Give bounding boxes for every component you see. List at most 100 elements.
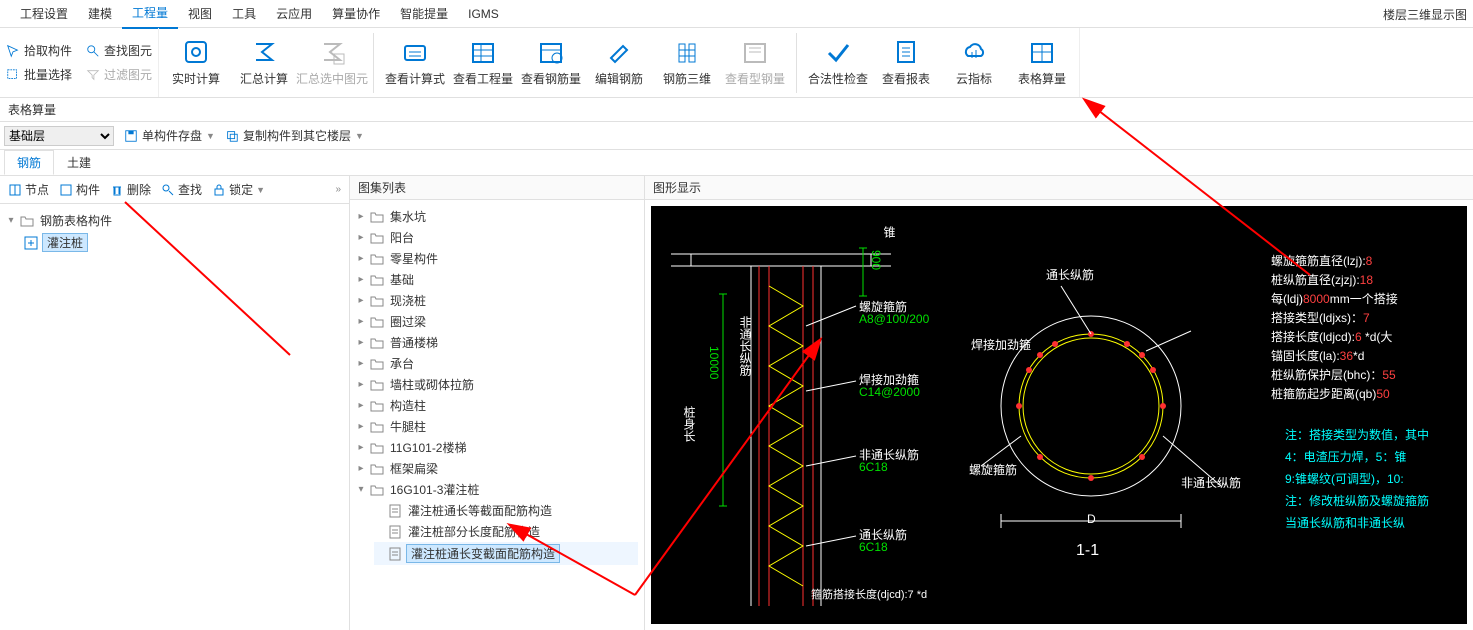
- menu-item-tools[interactable]: 工具: [222, 0, 266, 28]
- atlas-item[interactable]: ▸墙柱或砌体拉筋: [356, 374, 638, 395]
- menu-item-quantity[interactable]: 工程量: [122, 0, 178, 29]
- atlas-item[interactable]: ▸牛腿柱: [356, 416, 638, 437]
- param-row: 螺旋箍筋直径(lzj):8: [1271, 252, 1398, 271]
- pick-element-button[interactable]: 拾取构件: [6, 42, 72, 60]
- folder-icon: [370, 378, 384, 392]
- component-button[interactable]: 构件: [59, 181, 100, 198]
- tree-root[interactable]: ▾ 钢筋表格构件: [6, 210, 343, 231]
- atlas-item[interactable]: ▸普通楼梯: [356, 332, 638, 353]
- atlas-child-item[interactable]: 灌注桩部分长度配筋构造: [374, 521, 638, 542]
- tabs: 钢筋 土建: [0, 150, 1473, 176]
- atlas-item[interactable]: ▸构造柱: [356, 395, 638, 416]
- cloud-icon: [960, 38, 988, 66]
- caret-icon: ▸: [356, 463, 366, 474]
- node-button[interactable]: 节点: [8, 181, 49, 198]
- atlas-title-label: 图集列表: [358, 179, 406, 196]
- param-row: 搭接类型(ldjxs)：7: [1271, 309, 1398, 328]
- menu-item-igms[interactable]: IGMS: [458, 0, 509, 28]
- stirrup-overlap: 箍筋搭接长度(djcd):7 *d: [811, 586, 927, 602]
- atlas-item[interactable]: ▾16G101-3灌注桩: [356, 479, 638, 500]
- delete-button[interactable]: 删除: [110, 181, 151, 198]
- atlas-item[interactable]: ▸承台: [356, 353, 638, 374]
- rebar-qty-button[interactable]: 查看钢筋量: [520, 38, 582, 87]
- filter-element-button[interactable]: 过滤图元: [86, 66, 152, 84]
- caret-icon: ▾: [356, 484, 366, 495]
- atlas-child-item[interactable]: 灌注桩通长变截面配筋构造: [374, 542, 638, 565]
- component-tree: ▾ 钢筋表格构件 灌注桩: [0, 204, 349, 630]
- dropdown-caret-icon: ▼: [206, 131, 215, 141]
- realtime-button[interactable]: 实时计算: [165, 38, 227, 87]
- caret-icon: ▾: [6, 215, 16, 226]
- menu-item-view[interactable]: 视图: [178, 0, 222, 28]
- component-icon: [59, 183, 73, 197]
- caret-icon: ▸: [356, 421, 366, 432]
- atlas-child-item[interactable]: 灌注桩通长等截面配筋构造: [374, 500, 638, 521]
- atlas-item[interactable]: ▸11G101-2楼梯: [356, 437, 638, 458]
- report-icon: [892, 38, 920, 66]
- save-component-button[interactable]: 单构件存盘 ▼: [124, 127, 215, 144]
- dropdown-caret-icon: ▼: [355, 131, 364, 141]
- caret-icon: ▸: [356, 232, 366, 243]
- realtime-icon: [182, 38, 210, 66]
- atlas-item-label: 阳台: [388, 229, 416, 246]
- ribbon-label: 汇总计算: [240, 70, 288, 87]
- sec-nonthrough: 非通长纵筋: [1181, 474, 1241, 491]
- filter-icon: [86, 68, 100, 82]
- search-button[interactable]: 查找: [161, 181, 202, 198]
- menu-item-model[interactable]: 建模: [78, 0, 122, 28]
- file-icon: [388, 525, 402, 539]
- find-label: 查找图元: [104, 42, 152, 60]
- rebar-edit-icon: [605, 38, 633, 66]
- qty-button[interactable]: 查看工程量: [452, 38, 514, 87]
- param-block: 螺旋箍筋直径(lzj):8桩纵筋直径(zjzj):18每(ldj)8000mm一…: [1271, 252, 1398, 404]
- component-panel: 节点 构件 删除 查找 锁定▼ » ▾ 钢筋表格构件 灌注桩: [0, 176, 350, 630]
- atlas-item[interactable]: ▸框架扁梁: [356, 458, 638, 479]
- lock-button[interactable]: 锁定▼: [212, 181, 265, 198]
- menu-item-settings[interactable]: 工程设置: [10, 0, 78, 28]
- graphic-title: 图形显示: [645, 176, 1473, 200]
- note-line: 9:锥螺纹(可调型)，10:: [1285, 468, 1429, 490]
- copy-icon: [225, 129, 239, 143]
- search-icon: [86, 44, 100, 58]
- param-row: 桩纵筋直径(zjzj):18: [1271, 271, 1398, 290]
- report-button[interactable]: 查看报表: [875, 38, 937, 87]
- atlas-item-label: 11G101-2楼梯: [388, 439, 468, 456]
- batch-select-button[interactable]: 批量选择: [6, 66, 72, 84]
- menu-item-ai[interactable]: 智能提量: [390, 0, 458, 28]
- floor-select[interactable]: 基础层: [4, 126, 114, 146]
- tab-civil[interactable]: 土建: [54, 150, 104, 175]
- table-button[interactable]: 表格算量: [1011, 38, 1073, 87]
- find-element-button[interactable]: 查找图元: [86, 42, 152, 60]
- tab-rebar[interactable]: 钢筋: [4, 150, 54, 175]
- dim-10000: 10000: [707, 346, 721, 379]
- note-line: 当通长纵筋和非通长纵: [1285, 512, 1429, 534]
- formula-button[interactable]: 查看计算式: [384, 38, 446, 87]
- sec-D: D: [1087, 512, 1096, 526]
- check-button[interactable]: 合法性检查: [807, 38, 869, 87]
- folder-icon: [370, 441, 384, 455]
- sum-sel-button: 汇总选中图元: [301, 38, 363, 87]
- folder-icon: [370, 294, 384, 308]
- atlas-item[interactable]: ▸零星构件: [356, 248, 638, 269]
- menu-item-collab[interactable]: 算量协作: [322, 0, 390, 28]
- cloud-button[interactable]: 云指标: [943, 38, 1005, 87]
- atlas-item[interactable]: ▸圈过梁: [356, 311, 638, 332]
- rebar-edit-button[interactable]: 编辑钢筋: [588, 38, 650, 87]
- tree-item-pile[interactable]: 灌注桩: [24, 231, 343, 254]
- rebar3d-button[interactable]: 钢筋三维: [656, 38, 718, 87]
- expand-icon[interactable]: »: [335, 184, 341, 195]
- graphic-viewport[interactable]: 螺旋箍筋 A8@100/200 焊接加劲箍 C14@2000 非通长纵筋 6C1…: [651, 206, 1467, 624]
- atlas-item[interactable]: ▸基础: [356, 269, 638, 290]
- atlas-item[interactable]: ▸集水坑: [356, 206, 638, 227]
- folder-icon: [370, 336, 384, 350]
- ribbon-label: 合法性检查: [808, 70, 868, 87]
- copy-to-floor-button[interactable]: 复制构件到其它楼层 ▼: [225, 127, 364, 144]
- copy-to-floor-label: 复制构件到其它楼层: [243, 127, 351, 144]
- sum-sel-icon: [318, 38, 346, 66]
- sum-button[interactable]: 汇总计算: [233, 38, 295, 87]
- atlas-item[interactable]: ▸现浇桩: [356, 290, 638, 311]
- ribbon-label: 实时计算: [172, 70, 220, 87]
- menu-item-cloud[interactable]: 云应用: [266, 0, 322, 28]
- param-row: 搭接长度(ldjcd):6 *d(大: [1271, 328, 1398, 347]
- atlas-item[interactable]: ▸ 阳台: [356, 227, 638, 248]
